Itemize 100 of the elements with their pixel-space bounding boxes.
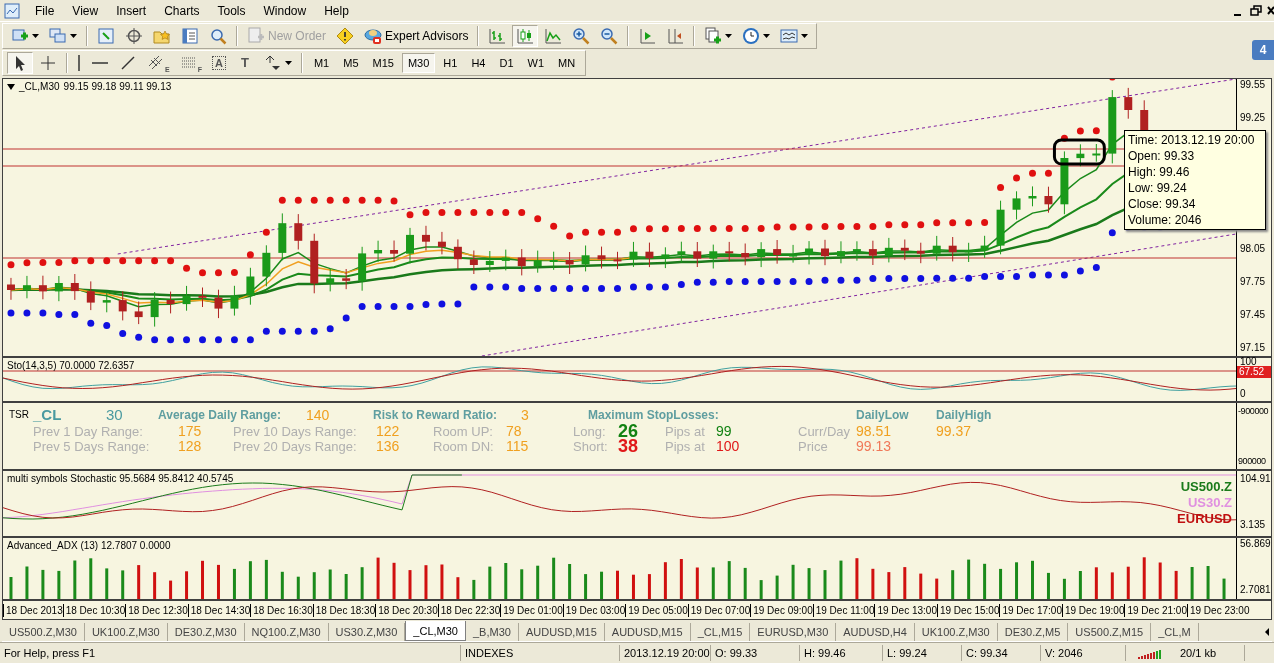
menu-item[interactable]: Help [315, 1, 358, 20]
legend-label: US500.Z [1180, 479, 1232, 495]
chart-tab[interactable]: _CL,M15 [690, 623, 751, 641]
candlestick-icon [516, 26, 535, 45]
panel-label: Pips at [665, 439, 706, 454]
status-text: H: 99.46 [800, 644, 883, 661]
chart-tab[interactable]: _CL,M30 [405, 621, 466, 641]
chart-tab[interactable]: NQ100.Z,M30 [244, 623, 329, 641]
play-axis-icon [638, 26, 657, 45]
panel-value: 175 [178, 424, 203, 439]
clock-icon [742, 26, 761, 45]
time-label: 18 Dec 10:30 [62, 603, 126, 617]
toolbar-button[interactable]: A [207, 51, 230, 74]
caret-icon [32, 33, 39, 38]
document-plus-icon [247, 26, 265, 45]
chart-tab[interactable]: _CL,M [1151, 623, 1199, 641]
chart-shift-icon [666, 26, 685, 45]
timeframe-button[interactable]: M5 [337, 52, 365, 73]
time-label: 18 Dec 18:30 [312, 603, 376, 617]
template-plus-icon [704, 26, 723, 45]
trend-line-icon [119, 53, 137, 72]
axis-label: 3.135 [1240, 519, 1266, 531]
menu-item[interactable]: Charts [155, 1, 209, 20]
menu-item[interactable]: Insert [107, 1, 156, 20]
time-label: 19 Dec 07:00 [687, 603, 751, 617]
chart-tab[interactable]: DE30.Z,M5 [997, 623, 1069, 641]
tooltip-line: Time: 2013.12.19 20:00 [1128, 132, 1256, 148]
caret-icon [70, 33, 77, 38]
time-label: 18 Dec 14:30 [187, 603, 251, 617]
panel-value: 99.13 [856, 439, 893, 454]
arrows-icon [263, 53, 282, 72]
notification-badge[interactable]: 4 [1252, 40, 1274, 60]
axis-label: 56.869 [1240, 538, 1271, 550]
panel-value: 78 [506, 424, 523, 439]
panel-value: 100 [716, 439, 741, 454]
timeframe-button[interactable]: D1 [493, 52, 520, 73]
app-icon [4, 2, 20, 19]
chart-tab[interactable]: DE30.Z,M30 [167, 623, 245, 641]
chart-tab[interactable]: AUDUSD,M15 [518, 623, 605, 641]
timeframe-button[interactable]: MN [552, 52, 582, 73]
menu-item[interactable]: View [63, 1, 108, 20]
axis-label: 99.25 [1240, 112, 1266, 124]
chart-tab[interactable]: UK100.Z,M30 [914, 623, 998, 641]
status-text: C: 99.34 [962, 644, 1041, 661]
time-label: 18 Dec 22:30 [437, 603, 501, 617]
legend-label: US30.Z [1187, 495, 1232, 511]
panel-label: 30 [106, 407, 124, 423]
toolbar-button[interactable] [7, 51, 33, 74]
axis-label: 104.91 [1240, 473, 1271, 485]
tooltip-line: Low: 99.24 [1128, 180, 1188, 196]
panel-icon [181, 26, 199, 45]
status-text: O: 99.33 [711, 644, 800, 661]
crosshair-icon [125, 26, 143, 45]
chart-tab[interactable]: AUDUSD,H4 [836, 623, 915, 641]
chart-tab[interactable]: _B,M30 [466, 623, 519, 641]
toolbar-button[interactable]: Expert Advisors [360, 24, 473, 47]
dropdown-triangle-icon[interactable] [7, 83, 15, 90]
panel-label: Prev 10 Days Range: [233, 424, 358, 439]
axis-label: 2.7081 [1240, 584, 1271, 596]
indicator-label: Sto(14,3,5) 70.0000 72.6357 [7, 360, 135, 371]
menu-item[interactable]: File [26, 1, 64, 20]
menu-item[interactable]: Tools [208, 1, 255, 20]
time-label: 19 Dec 23:00 [1186, 603, 1250, 617]
chart-window-icon [780, 26, 799, 45]
window-arrows-icon [97, 26, 115, 45]
timeframe-button[interactable]: H1 [437, 52, 464, 73]
panel-label: Price [798, 439, 829, 454]
panel-label: DailyHigh [936, 407, 993, 423]
menu-item[interactable]: Window [254, 1, 316, 20]
panel-value: 128 [178, 439, 203, 454]
axis-label: 900000 [1238, 455, 1266, 467]
timeframe-button[interactable]: W1 [521, 52, 550, 73]
axis-label: 97.75 [1240, 276, 1266, 288]
panel-value: 26 [618, 424, 640, 439]
axis-label: 97.15 [1240, 342, 1266, 354]
timeframe-button[interactable]: M1 [307, 52, 336, 73]
axis-label: -900000 [1238, 405, 1269, 417]
status-text: For Help, press F1 [0, 644, 461, 661]
panel-label: Risk to Reward Ratio: [373, 407, 499, 423]
chart-tab[interactable]: US500.Z,M30 [2, 623, 85, 641]
panel-label: Prev 5 Days Range: [33, 439, 151, 454]
toolbar-button[interactable]: T [231, 51, 258, 74]
chart-tab[interactable]: UK100.Z,M30 [84, 623, 168, 641]
panel-value: 136 [376, 439, 401, 454]
panel-value: 99 [716, 424, 733, 439]
horizontal-line-icon [91, 60, 109, 65]
bar-chart-icon [488, 26, 507, 45]
chart-tab[interactable]: AUDUSD,M15 [604, 623, 691, 641]
timeframe-button[interactable]: M30 [401, 52, 436, 73]
timeframe-button[interactable]: H4 [465, 52, 492, 73]
chart-symbol: _CL,M30 [19, 81, 60, 92]
timeframe-button[interactable]: M15 [366, 52, 400, 73]
panel-label: Room UP: [433, 424, 494, 439]
crosshair-icon [39, 53, 57, 72]
chart-tab[interactable]: EURUSD,M30 [750, 623, 837, 641]
panel-value: 3 [521, 407, 530, 423]
chart-tab[interactable]: US500.Z,M15 [1068, 623, 1152, 641]
restore-icon[interactable] [1248, 3, 1264, 18]
tooltip-line: Open: 99.33 [1128, 148, 1196, 164]
indicator-label: Advanced_ADX (13) 12.7807 0.0000 [7, 540, 171, 551]
